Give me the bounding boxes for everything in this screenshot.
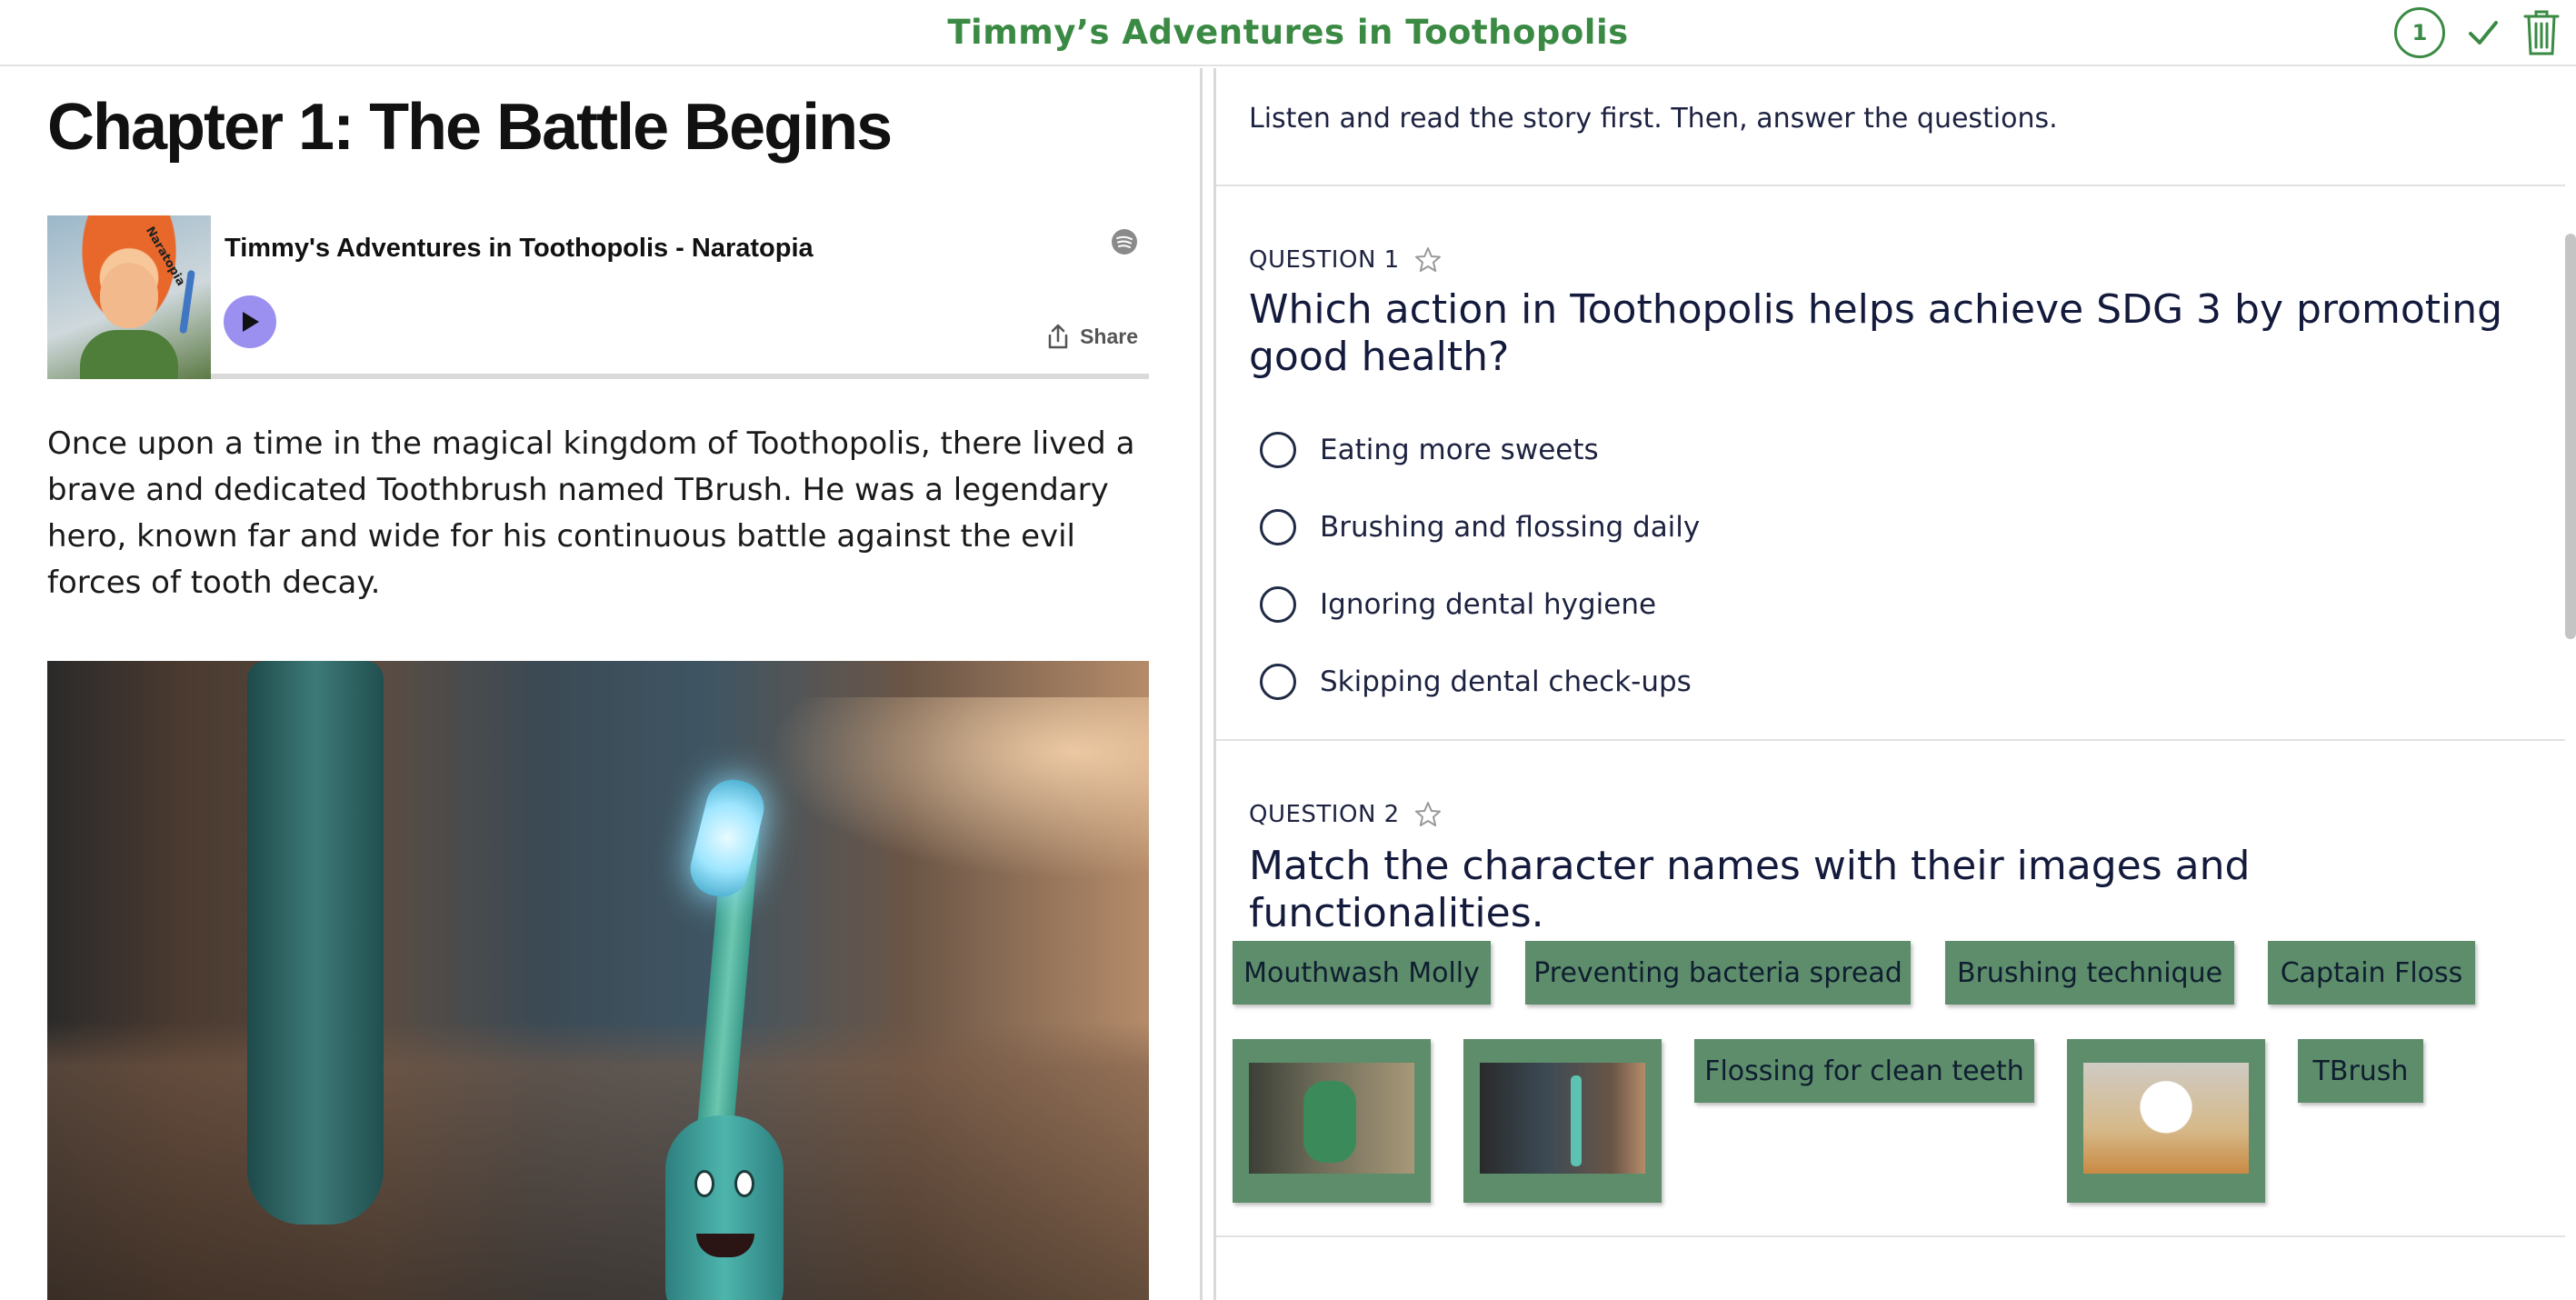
radio-button[interactable] [1260,664,1296,700]
divider-line [1216,185,2565,186]
question-1-label: QUESTION 1 [1249,246,1442,274]
star-icon[interactable] [1414,801,1442,828]
trash-icon[interactable] [2521,9,2561,56]
star-icon[interactable] [1414,246,1442,274]
app-title: Timmy’s Adventures in Toothopolis [947,13,1629,52]
play-button[interactable] [224,295,276,348]
match-tile-image-molly[interactable] [1233,1039,1431,1203]
story-pane: Chapter 1: The Battle Begins Naratopia T… [0,68,1200,1300]
radio-button[interactable] [1260,432,1296,468]
match-tile-image-tbrush[interactable] [1463,1039,1662,1203]
match-tile-flossing[interactable]: Flossing for clean teeth [1694,1039,2034,1103]
podcast-cover-image: Naratopia [47,215,211,379]
audio-progress-bar[interactable] [211,374,1149,379]
story-illustration [47,661,1149,1300]
play-icon [243,312,259,332]
share-button[interactable]: Share [1045,323,1138,350]
scrollbar[interactable] [2565,234,2576,639]
question-count-badge[interactable]: 1 [2394,7,2445,58]
match-tile-image-tooth[interactable] [2067,1039,2265,1203]
story-paragraph: Once upon a time in the magical kingdom … [47,425,1135,601]
top-actions: 1 [2394,7,2561,58]
option-label: Ignoring dental hygiene [1320,588,1657,621]
question-1-number: QUESTION 1 [1249,246,1400,274]
answer-option[interactable]: Skipping dental check-ups [1260,664,1692,700]
top-bar: Timmy’s Adventures in Toothopolis 1 [0,0,2576,66]
option-label: Brushing and flossing daily [1320,511,1701,544]
track-title[interactable]: Timmy's Adventures in Toothopolis - Nara… [225,234,814,264]
option-label: Skipping dental check-ups [1320,665,1692,698]
radio-button[interactable] [1260,586,1296,623]
pane-resize-handle[interactable] [1200,68,1216,1300]
mouthwash-character-image [1249,1063,1414,1174]
radio-button[interactable] [1260,509,1296,545]
chapter-title: Chapter 1: The Battle Begins [47,91,893,164]
check-icon[interactable] [2465,15,2501,51]
instructions-text: Listen and read the story first. Then, a… [1249,103,2058,135]
answer-option[interactable]: Ignoring dental hygiene [1260,586,1656,623]
question-1-text: Which action in Toothopolis helps achiev… [1249,286,2503,380]
question-2-number: QUESTION 2 [1249,801,1400,828]
questions-pane: Listen and read the story first. Then, a… [1216,68,2576,1300]
question-2-label: QUESTION 2 [1249,801,1442,828]
match-tile-captain-floss[interactable]: Captain Floss [2268,941,2475,1005]
share-icon [1048,324,1068,349]
tooth-character-image [2083,1063,2249,1174]
option-label: Eating more sweets [1320,434,1599,466]
answer-option[interactable]: Brushing and flossing daily [1260,509,1700,545]
share-label: Share [1080,324,1138,348]
spotify-icon[interactable] [1111,228,1138,259]
toothbrush-character-image [1480,1063,1645,1174]
audio-player: Naratopia Timmy's Adventures in Toothopo… [47,215,1149,379]
divider-line [1216,1235,2565,1237]
match-tile-brushing-technique[interactable]: Brushing technique [1945,941,2234,1005]
match-tile-tbrush[interactable]: TBrush [2298,1039,2423,1103]
answer-option[interactable]: Eating more sweets [1260,432,1599,468]
question-2-text: Match the character names with their ima… [1249,843,2251,936]
match-tile-mouthwash-molly[interactable]: Mouthwash Molly [1233,941,1491,1005]
divider-line [1216,739,2565,741]
match-tile-preventing-bacteria[interactable]: Preventing bacteria spread [1525,941,1911,1005]
